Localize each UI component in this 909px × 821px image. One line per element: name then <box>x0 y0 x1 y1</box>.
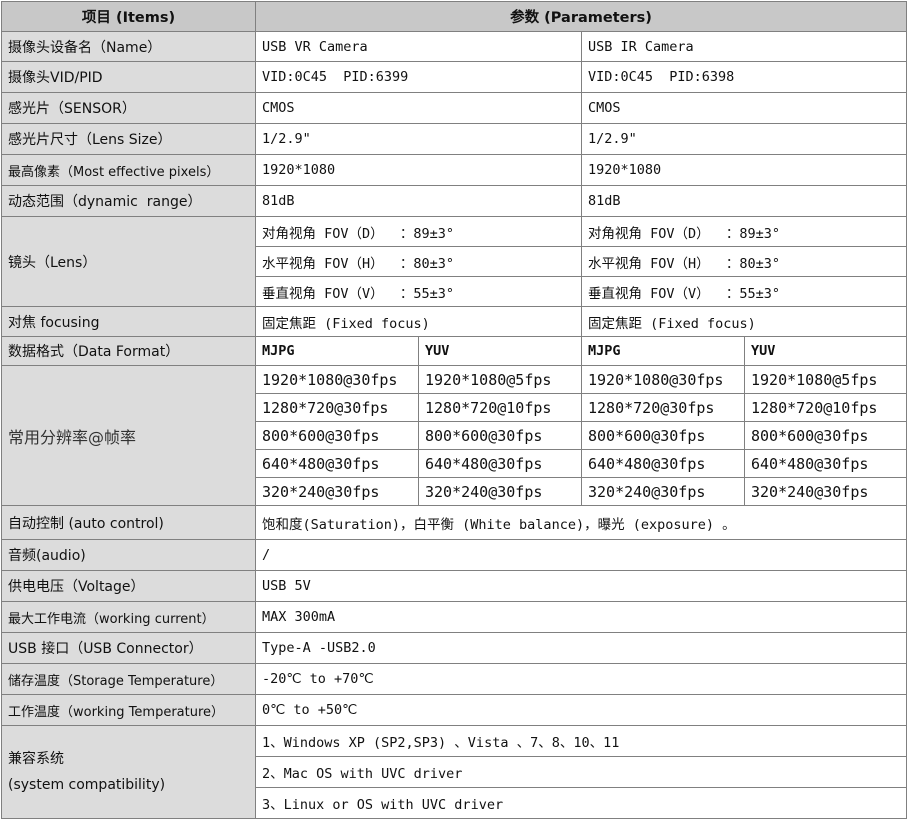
row-working-temp: 工作温度（working Temperature） 0℃ to +50℃ <box>1 694 908 726</box>
res-mjpg-vr: 1920*1080@30fps <box>255 365 419 394</box>
value-storage-temp: -20℃ to +70℃ <box>254 663 908 695</box>
row-usb: USB 接口（USB Connector） Type-A -USB2.0 <box>1 632 908 664</box>
res-yuv-vr: 320*240@30fps <box>418 477 582 506</box>
res-yuv-vr: 1920*1080@5fps <box>418 365 582 394</box>
row-sensor: 感光片（SENSOR） CMOS CMOS <box>1 92 908 124</box>
label-storage-temp: 储存温度（Storage Temperature） <box>1 663 256 695</box>
compat-item: 2、Mac OS with UVC driver <box>254 756 908 788</box>
value-fov-v-vr: 垂直视角 FOV（V） ：55±3° <box>255 276 582 307</box>
row-dynamic-range: 动态范围（dynamic range） 81dB 81dB <box>1 185 908 217</box>
res-yuv-ir: 320*240@30fps <box>743 477 908 506</box>
label-lens-size: 感光片尺寸（Lens Size） <box>1 123 256 155</box>
res-mjpg-vr: 640*480@30fps <box>255 449 419 478</box>
label-working-temp: 工作温度（working Temperature） <box>1 694 256 726</box>
row-compat-1: 兼容系统 (system compatibility) 1、Windows XP… <box>1 725 908 819</box>
res-mjpg-ir: 640*480@30fps <box>581 449 745 478</box>
compat-item: 1、Windows XP (SP2,SP3) 、Vista 、7、8、10、11 <box>254 725 908 757</box>
row-lens-fov-d: 镜头（Lens） 对角视角 FOV（D） ：89±3° 对角视角 FOV（D） … <box>1 216 908 307</box>
res-yuv-vr: 1280*720@10fps <box>418 393 582 422</box>
res-mjpg-ir: 1280*720@30fps <box>581 393 745 422</box>
value-audio: / <box>254 539 908 571</box>
format-mjpg-vr: MJPG <box>255 336 419 366</box>
header-parameters: 参数 (Parameters) <box>254 1 908 32</box>
row-lens-size: 感光片尺寸（Lens Size） 1/2.9" 1/2.9" <box>1 123 908 155</box>
format-mjpg-ir: MJPG <box>581 336 745 366</box>
row-voltage: 供电电压（Voltage） USB 5V <box>1 570 908 602</box>
label-lens: 镜头（Lens） <box>1 216 256 307</box>
value-focusing-ir: 固定焦距 (Fixed focus) <box>580 306 908 337</box>
value-working-temp: 0℃ to +50℃ <box>254 694 908 726</box>
spec-table: 项目 (Items) 参数 (Parameters) 摄像头设备名（Name） … <box>1 1 908 819</box>
value-sensor-ir: CMOS <box>580 92 908 124</box>
res-mjpg-ir: 320*240@30fps <box>581 477 745 506</box>
label-current: 最大工作电流（working current） <box>1 601 256 633</box>
label-sensor: 感光片（SENSOR） <box>1 92 256 124</box>
row-camera-name: 摄像头设备名（Name） USB VR Camera USB IR Camera <box>1 31 908 62</box>
row-vid-pid: 摄像头VID/PID VID:0C45 PID:6399 VID:0C45 PI… <box>1 61 908 93</box>
value-focusing-vr: 固定焦距 (Fixed focus) <box>255 306 582 337</box>
label-audio: 音频(audio) <box>1 539 256 571</box>
res-yuv-ir: 640*480@30fps <box>743 449 908 478</box>
value-dynamic-range-ir: 81dB <box>580 185 908 217</box>
value-dynamic-range-vr: 81dB <box>255 185 582 217</box>
format-yuv-vr: YUV <box>418 336 582 366</box>
value-camera-name-ir: USB IR Camera <box>580 31 908 62</box>
format-yuv-ir: YUV <box>743 336 908 366</box>
value-vid-pid-ir: VID:0C45 PID:6398 <box>580 61 908 93</box>
res-yuv-vr: 640*480@30fps <box>418 449 582 478</box>
value-lens-size-ir: 1/2.9" <box>580 123 908 155</box>
res-yuv-ir: 1280*720@10fps <box>743 393 908 422</box>
label-compat-cn: 兼容系统 <box>8 751 64 767</box>
value-pixels-vr: 1920*1080 <box>255 154 582 186</box>
value-fov-h-ir: 水平视角 FOV（H） ：80±3° <box>580 246 908 277</box>
res-mjpg-vr: 320*240@30fps <box>255 477 419 506</box>
compat-item: 3、Linux or OS with UVC driver <box>254 787 908 819</box>
value-voltage: USB 5V <box>254 570 908 602</box>
label-focusing: 对焦 focusing <box>1 306 256 337</box>
label-compat-en: (system compatibility) <box>8 777 166 793</box>
row-current: 最大工作电流（working current） MAX 300mA <box>1 601 908 633</box>
value-fov-h-vr: 水平视角 FOV（H） ：80±3° <box>255 246 582 277</box>
row-auto-control: 自动控制 (auto control) 饱和度(Saturation)，白平衡 … <box>1 505 908 540</box>
res-mjpg-vr: 1280*720@30fps <box>255 393 419 422</box>
value-usb: Type-A -USB2.0 <box>254 632 908 664</box>
res-mjpg-ir: 800*600@30fps <box>581 421 745 450</box>
value-fov-d-vr: 对角视角 FOV（D） ：89±3° <box>255 216 582 247</box>
label-usb: USB 接口（USB Connector） <box>1 632 256 664</box>
row-pixels: 最高像素（Most effective pixels） 1920*1080 19… <box>1 154 908 186</box>
value-fov-v-ir: 垂直视角 FOV（V） ：55±3° <box>580 276 908 307</box>
header-items: 项目 (Items) <box>1 1 256 32</box>
label-voltage: 供电电压（Voltage） <box>1 570 256 602</box>
row-storage-temp: 储存温度（Storage Temperature） -20℃ to +70℃ <box>1 663 908 695</box>
label-data-format: 数据格式（Data Format） <box>1 336 256 366</box>
res-yuv-ir: 1920*1080@5fps <box>743 365 908 394</box>
row-audio: 音频(audio) / <box>1 539 908 571</box>
res-mjpg-ir: 1920*1080@30fps <box>581 365 745 394</box>
value-lens-size-vr: 1/2.9" <box>255 123 582 155</box>
value-fov-d-ir: 对角视角 FOV（D） ：89±3° <box>580 216 908 247</box>
value-pixels-ir: 1920*1080 <box>580 154 908 186</box>
value-current: MAX 300mA <box>254 601 908 633</box>
res-yuv-vr: 800*600@30fps <box>418 421 582 450</box>
value-vid-pid-vr: VID:0C45 PID:6399 <box>255 61 582 93</box>
value-camera-name-vr: USB VR Camera <box>255 31 582 62</box>
label-vid-pid: 摄像头VID/PID <box>1 61 256 93</box>
row-resolution-1: 常用分辨率@帧率 1920*1080@30fps 1920*1080@5fps … <box>1 365 908 506</box>
label-resolutions: 常用分辨率@帧率 <box>1 365 256 506</box>
header-row: 项目 (Items) 参数 (Parameters) <box>1 1 908 32</box>
value-sensor-vr: CMOS <box>255 92 582 124</box>
label-camera-name: 摄像头设备名（Name） <box>1 31 256 62</box>
label-auto-control: 自动控制 (auto control) <box>1 505 256 540</box>
label-dynamic-range: 动态范围（dynamic range） <box>1 185 256 217</box>
res-mjpg-vr: 800*600@30fps <box>255 421 419 450</box>
label-pixels: 最高像素（Most effective pixels） <box>1 154 256 186</box>
value-auto-control: 饱和度(Saturation)，白平衡 (White balance)，曝光 (… <box>254 505 908 540</box>
res-yuv-ir: 800*600@30fps <box>743 421 908 450</box>
row-data-format: 数据格式（Data Format） MJPG YUV MJPG YUV <box>1 336 908 366</box>
row-focusing: 对焦 focusing 固定焦距 (Fixed focus) 固定焦距 (Fix… <box>1 306 908 337</box>
label-compat: 兼容系统 (system compatibility) <box>1 725 256 819</box>
